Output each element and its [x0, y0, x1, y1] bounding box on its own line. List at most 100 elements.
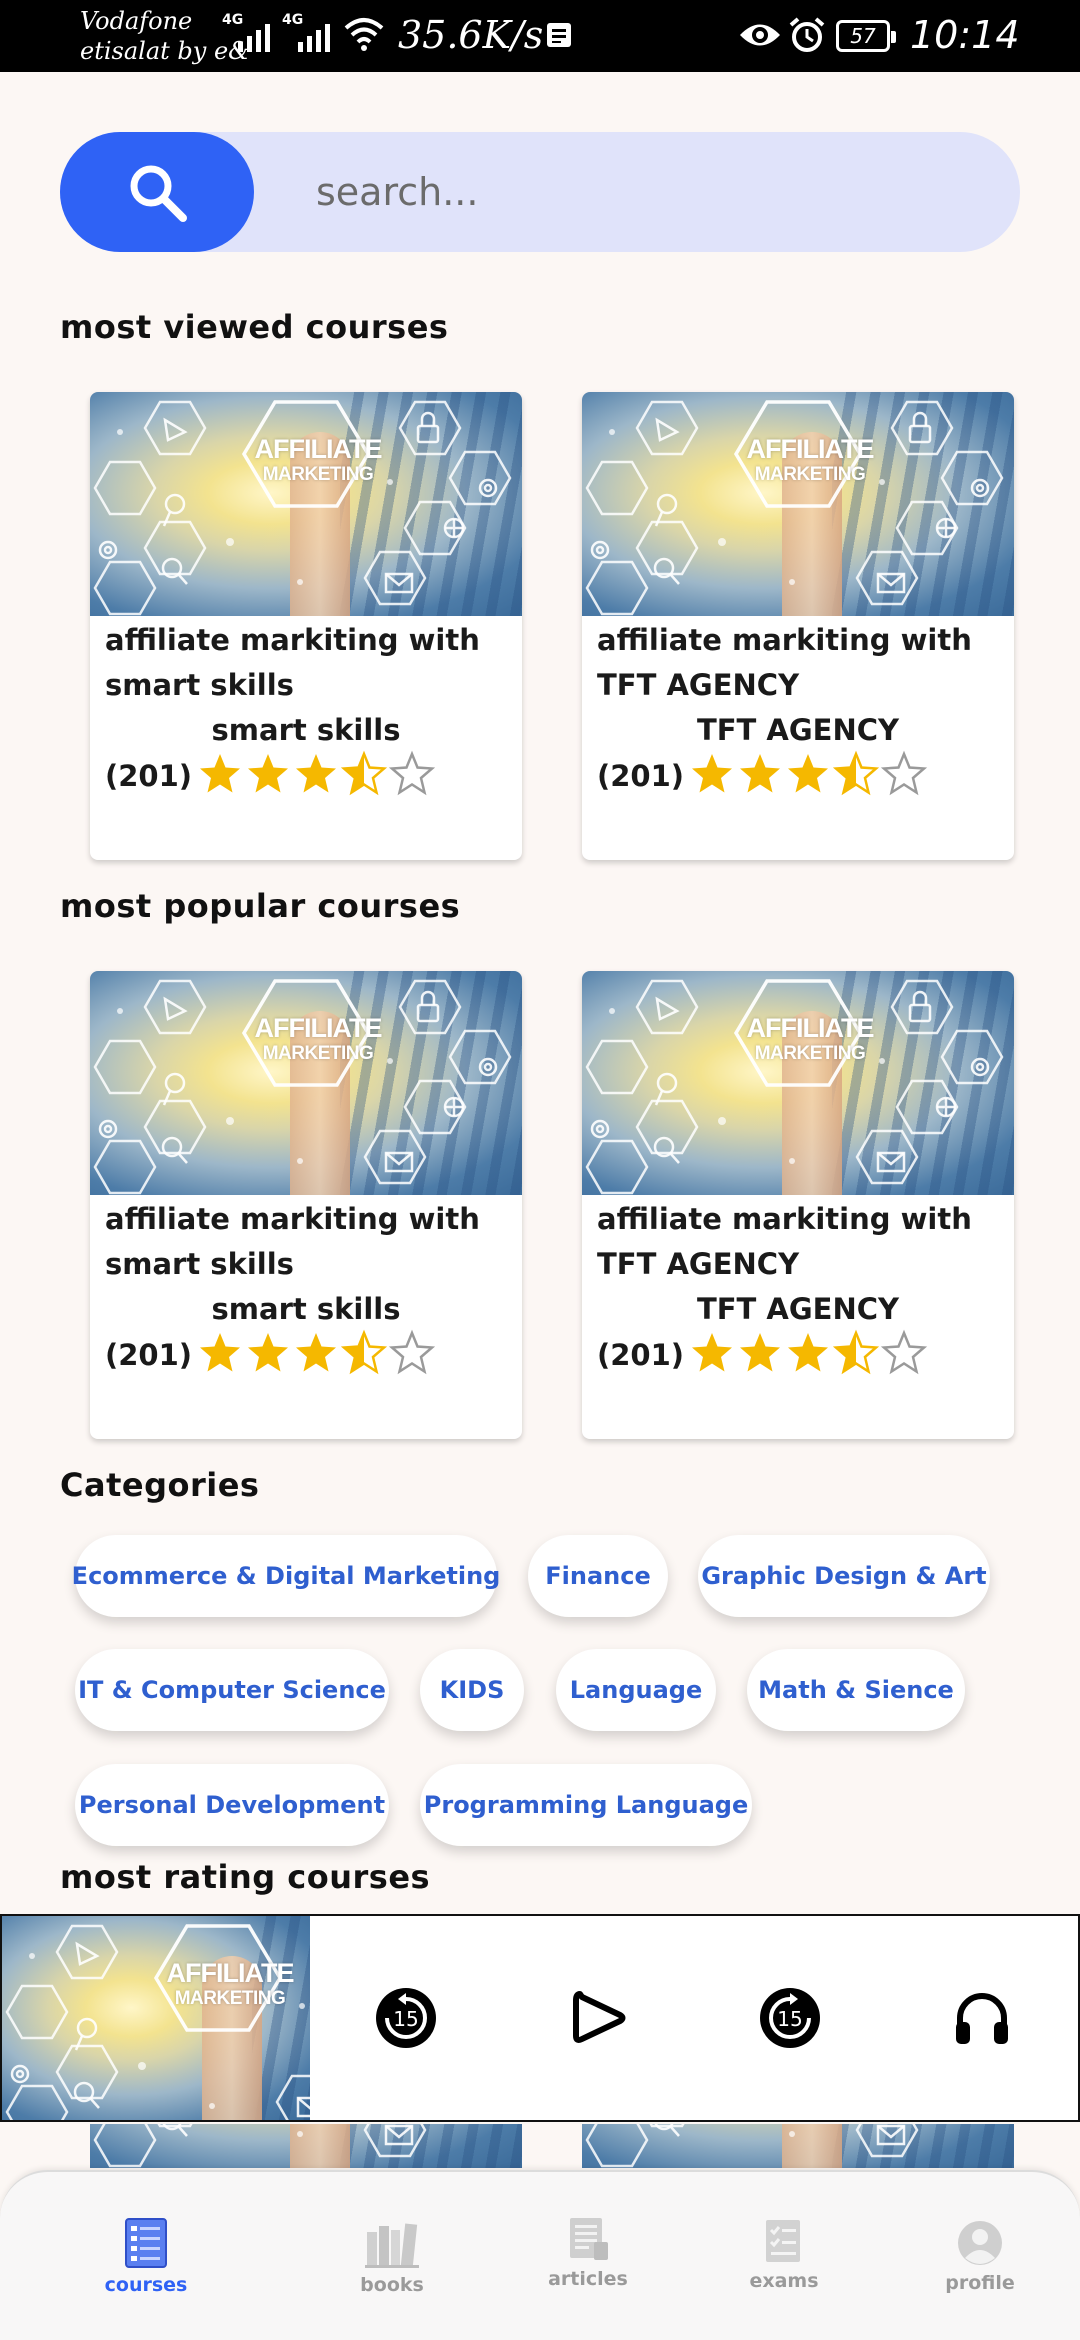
alarm-icon	[789, 17, 825, 52]
category-chip[interactable]: Programming Language	[420, 1764, 752, 1846]
network-type-2: 4G	[282, 12, 304, 28]
category-chip[interactable]: IT & Computer Science	[75, 1649, 389, 1731]
star-icon	[832, 1329, 880, 1375]
course-title: affiliate markiting with TFT AGENCY	[597, 623, 972, 702]
category-chip[interactable]: KIDS	[420, 1649, 524, 1731]
thumbnail-art	[93, 400, 512, 616]
forward-button[interactable]: 15	[746, 1974, 834, 2062]
course-card-peek[interactable]: AFFILIATEMARKETING	[90, 2124, 522, 2168]
star-rating	[688, 1329, 928, 1381]
course-thumbnail: AFFILIATEMARKETING	[90, 2124, 522, 2168]
status-bar: Vodafone etisalat by e& 4G 4G 35.6K/s 57…	[0, 0, 1080, 72]
category-chip[interactable]: Language	[556, 1649, 716, 1731]
nav-exams[interactable]: exams	[714, 2218, 854, 2292]
course-card-peek[interactable]: AFFILIATEMARKETING	[582, 2124, 1014, 2168]
course-rating: (201)	[597, 750, 928, 800]
course-thumbnail: AFFILIATEMARKETING	[90, 392, 522, 616]
star-icon	[832, 750, 880, 796]
star-icon	[200, 754, 241, 793]
most-viewed-title: most viewed courses	[60, 308, 449, 346]
nav-label-profile: profile	[945, 2272, 1015, 2294]
clock: 10:14	[910, 13, 1020, 57]
rewind-seconds: 15	[393, 2007, 418, 2031]
eye-icon	[740, 24, 780, 46]
thumbnail-art	[5, 1924, 310, 2120]
nav-label-courses: courses	[104, 2274, 188, 2296]
course-thumbnail: AFFILIATEMARKETING	[582, 2124, 1014, 2168]
nav-courses[interactable]: courses	[76, 2218, 216, 2296]
nav-label-articles: articles	[548, 2268, 628, 2290]
rewind-button[interactable]: 15	[362, 1974, 450, 2062]
rating-count: (201)	[105, 1338, 193, 1372]
course-card[interactable]: AFFILIATE MARKETING affiliate markiting w…	[90, 392, 522, 860]
nav-label-exams: exams	[749, 2270, 819, 2292]
search-button[interactable]	[60, 132, 254, 252]
star-icon	[388, 750, 436, 796]
course-card[interactable]: AFFILIATE MARKETING affiliate markiting w…	[90, 971, 522, 1439]
forward-seconds: 15	[777, 2007, 802, 2031]
course-title: affiliate markiting with TFT AGENCY	[597, 1202, 972, 1281]
course-card[interactable]: AFFILIATE MARKETING affiliate markiting w…	[582, 971, 1014, 1439]
course-card[interactable]: AFFILIATE MARKETING affiliate markiting w…	[582, 392, 1014, 860]
search-icon	[130, 165, 187, 222]
most-rating-title: most rating courses	[60, 1858, 431, 1896]
battery-indicator: 57	[836, 20, 896, 52]
nav-articles[interactable]: articles	[518, 2216, 658, 2290]
most-popular-title: most popular courses	[60, 887, 461, 925]
thumbnail-logo-text: AFFILIATE MARKETING	[166, 1958, 295, 2009]
network-type-1: 4G	[222, 12, 244, 28]
star-icon	[296, 1333, 337, 1372]
star-icon	[200, 1333, 241, 1372]
forward-15-icon: 15	[760, 1988, 820, 2048]
thumbnail-art	[585, 2124, 919, 2168]
rating-count: (201)	[597, 1338, 685, 1372]
category-chip[interactable]: Graphic Design & Art	[698, 1535, 990, 1617]
star-icon	[880, 1329, 928, 1375]
courses-icon	[125, 2218, 167, 2268]
rewind-15-icon: 15	[376, 1988, 436, 2048]
thumbnail-logo-text: AFFILIATE MARKETING	[746, 434, 875, 485]
exams-icon	[766, 2220, 800, 2262]
star-icon	[788, 1333, 829, 1372]
articles-icon	[570, 2218, 608, 2260]
course-rating: (201)	[597, 1329, 928, 1381]
wifi-icon	[344, 18, 384, 51]
category-chip[interactable]: Math & Sience	[747, 1649, 965, 1731]
star-icon	[340, 1329, 388, 1375]
nav-books[interactable]: books	[322, 2222, 462, 2296]
course-title: affiliate markiting with smart skills	[105, 1202, 480, 1281]
thumbnail-art	[93, 2124, 427, 2168]
course-title: affiliate markiting with smart skills	[105, 623, 480, 702]
course-rating: (201)	[105, 750, 436, 800]
star-rating	[196, 1329, 436, 1381]
nav-profile[interactable]: profile	[910, 2220, 1050, 2294]
nav-label-books: books	[360, 2274, 424, 2296]
headphones-button[interactable]	[938, 1974, 1026, 2062]
search-input[interactable]	[254, 132, 994, 252]
headphones-icon	[956, 1993, 1008, 2044]
category-chip[interactable]: Personal Development	[75, 1764, 389, 1846]
message-icon	[547, 23, 571, 47]
course-author: smart skills	[211, 1292, 401, 1326]
books-icon	[365, 2223, 419, 2268]
star-icon	[296, 754, 337, 793]
course-rating: (201)	[105, 1329, 436, 1381]
category-chip[interactable]: Ecommerce & Digital Marketing	[72, 1535, 500, 1617]
profile-icon	[958, 2221, 1002, 2265]
thumbnail-logo-text: AFFILIATE MARKETING	[254, 1013, 383, 1064]
thumbnail-logo-text: AFFILIATE MARKETING	[254, 434, 383, 485]
signal-icon-1: 4G	[222, 12, 270, 52]
thumbnail-art	[93, 979, 512, 1195]
signal-icon-2: 4G	[282, 12, 330, 52]
rating-count: (201)	[105, 759, 193, 793]
rating-count: (201)	[597, 759, 685, 793]
course-author: TFT AGENCY	[696, 1292, 900, 1326]
star-icon	[692, 1333, 733, 1372]
course-thumbnail: AFFILIATEMARKETING	[582, 392, 1014, 616]
thumbnail-art	[585, 979, 1004, 1195]
star-icon	[788, 754, 829, 793]
play-button[interactable]	[554, 1974, 642, 2062]
star-icon	[248, 754, 289, 793]
course-thumbnail: AFFILIATEMARKETING	[582, 971, 1014, 1195]
category-chip[interactable]: Finance	[528, 1535, 668, 1617]
